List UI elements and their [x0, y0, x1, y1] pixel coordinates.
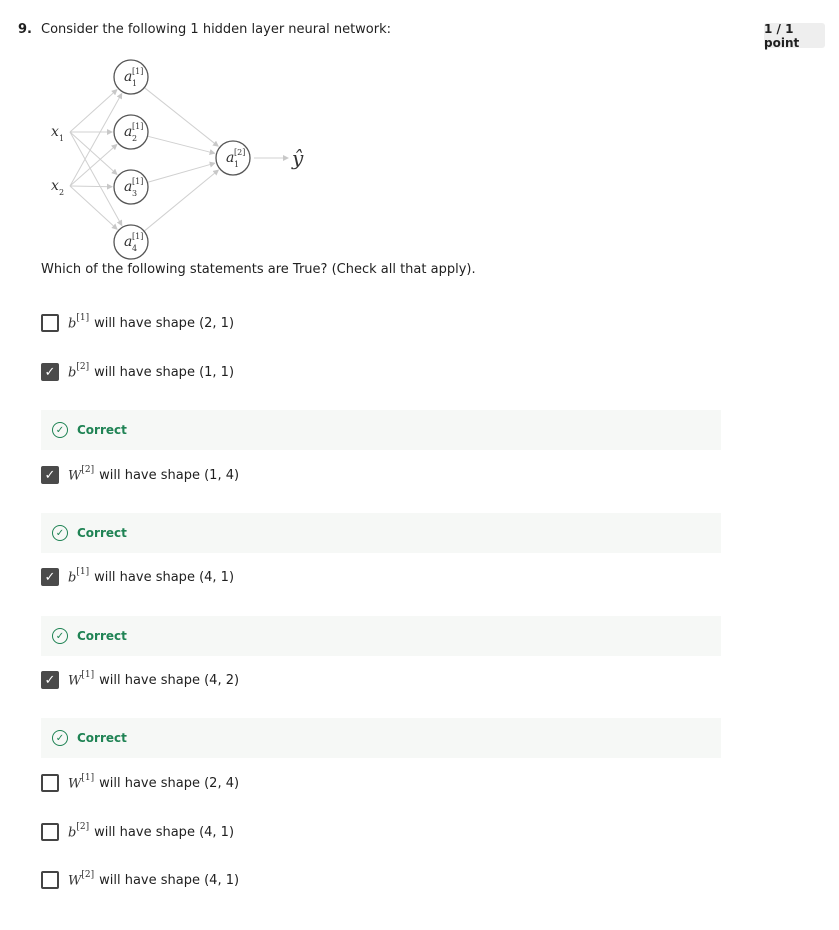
edge-input-2-hidden-4: [69, 185, 118, 230]
check-circle-icon: ✓: [52, 628, 68, 644]
edge-hidden-1-output: [144, 87, 219, 147]
svg-text:4: 4: [132, 244, 137, 253]
option-symbol: b[1]: [68, 566, 90, 586]
svg-text:3: 3: [132, 189, 137, 198]
feedback-text: Correct: [77, 423, 127, 437]
edge-hidden-3-output: [147, 161, 216, 183]
edge-hidden-2-output: [147, 135, 216, 155]
svg-text:2: 2: [59, 188, 64, 197]
option-symbol: W[1]: [68, 772, 95, 792]
score-badge: 1 / 1 point: [764, 22, 825, 50]
feedback-correct: ✓ Correct: [41, 718, 721, 758]
edge-input-2-hidden-3: [69, 183, 114, 190]
svg-text:[1]: [1]: [132, 67, 143, 76]
hidden-node-a2: a [1]2: [113, 114, 149, 150]
svg-text:1: 1: [132, 79, 137, 88]
option-checkbox[interactable]: ✓: [41, 871, 59, 889]
edge-input-1-hidden-1: [69, 89, 118, 133]
svg-text:x: x: [51, 124, 59, 140]
feedback-text: Correct: [77, 629, 127, 643]
edge-input-2-hidden-2: [69, 143, 118, 187]
check-circle-icon: ✓: [52, 525, 68, 541]
check-circle-icon: ✓: [52, 422, 68, 438]
option-symbol: b[2]: [68, 821, 90, 841]
svg-text:1: 1: [59, 134, 64, 143]
option-text: will have shape (4, 2): [99, 672, 240, 688]
option-checkbox[interactable]: ✓: [41, 568, 59, 586]
feedback-correct: ✓ Correct: [41, 410, 721, 450]
hidden-node-a4: a [1]4: [113, 224, 149, 260]
svg-text:x: x: [51, 178, 59, 194]
output-node-a: a [2]1: [215, 140, 251, 176]
option-symbol: b[1]: [68, 312, 90, 332]
feedback-correct: ✓ Correct: [41, 513, 721, 553]
option-row[interactable]: ✓ b[1]will have shape (2, 1): [41, 312, 235, 332]
feedback-correct: ✓ Correct: [41, 616, 721, 656]
question-prompt: Which of the following statements are Tr…: [41, 262, 476, 277]
input-node-x1: x1: [51, 124, 64, 143]
option-symbol: b[2]: [68, 361, 90, 381]
option-symbol: W[1]: [68, 669, 95, 689]
svg-text:[1]: [1]: [132, 122, 143, 131]
option-row[interactable]: ✓ W[1]will have shape (2, 4): [41, 772, 240, 792]
option-checkbox[interactable]: ✓: [41, 314, 59, 332]
option-text: will have shape (4, 1): [94, 824, 235, 840]
option-row[interactable]: ✓ b[2] will have shape (1, 1): [41, 361, 235, 381]
svg-text:2: 2: [132, 134, 137, 143]
svg-text:[1]: [1]: [132, 177, 143, 186]
check-circle-icon: ✓: [52, 730, 68, 746]
option-checkbox[interactable]: ✓: [41, 774, 59, 792]
svg-text:[1]: [1]: [132, 232, 143, 241]
check-icon: ✓: [44, 467, 56, 483]
option-row[interactable]: ✓ W[2] will have shape (1, 4): [41, 464, 240, 484]
option-checkbox[interactable]: ✓: [41, 466, 59, 484]
option-text: will have shape (2, 4): [99, 775, 240, 791]
svg-text:1: 1: [234, 160, 239, 169]
feedback-text: Correct: [77, 731, 127, 745]
input-node-x2: x2: [51, 178, 64, 197]
svg-text:[2]: [2]: [234, 148, 245, 157]
option-row[interactable]: ✓ W[2]will have shape (4, 1): [41, 869, 240, 889]
question-number: 9.: [18, 22, 32, 37]
hidden-node-a3: a [1]3: [113, 169, 149, 205]
check-icon: ✓: [44, 364, 56, 380]
option-text: will have shape (2, 1): [94, 315, 235, 331]
feedback-text: Correct: [77, 526, 127, 540]
neural-network-diagram: x 1x 2a [1]1a [1]2a [1]3a [1]4a [2]1 ŷ: [51, 59, 304, 260]
option-text: will have shape (4, 1): [99, 872, 240, 888]
option-checkbox[interactable]: ✓: [41, 363, 59, 381]
question-text: Consider the following 1 hidden layer ne…: [41, 22, 392, 37]
option-text: will have shape (4, 1): [94, 569, 235, 585]
hidden-node-a1: a [1]1: [113, 59, 149, 95]
prediction-label: ŷ: [291, 146, 304, 170]
option-row[interactable]: ✓ b[2]will have shape (4, 1): [41, 821, 235, 841]
check-icon: ✓: [44, 569, 56, 585]
option-symbol: W[2]: [68, 869, 95, 889]
option-row[interactable]: ✓ b[1] will have shape (4, 1): [41, 566, 235, 586]
option-checkbox[interactable]: ✓: [41, 823, 59, 841]
option-symbol: W[2]: [68, 464, 95, 484]
edge-hidden-4-output: [143, 169, 220, 232]
check-icon: ✓: [44, 672, 56, 688]
option-text: will have shape (1, 1): [94, 364, 235, 380]
option-text: will have shape (1, 4): [99, 467, 240, 483]
option-checkbox[interactable]: ✓: [41, 671, 59, 689]
edge-input-1-hidden-3: [69, 131, 118, 175]
option-row[interactable]: ✓ W[1] will have shape (4, 2): [41, 669, 240, 689]
